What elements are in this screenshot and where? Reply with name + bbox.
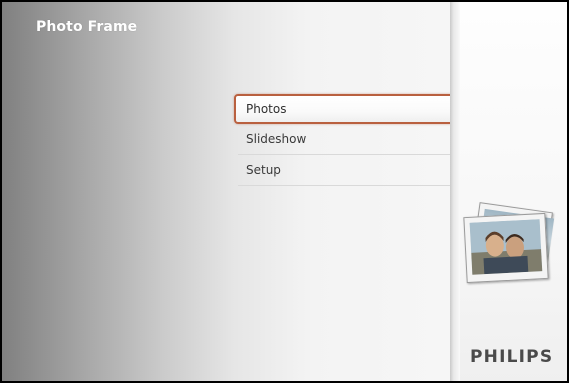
photo-card-front [463, 212, 549, 284]
menu-item-label: Setup [246, 163, 281, 177]
menu-item-label: Slideshow [246, 132, 307, 146]
brand-logo: PHILIPS [470, 347, 554, 367]
right-panel [460, 2, 567, 381]
app-title: Photo Frame [36, 19, 138, 35]
menu-item-photos[interactable]: Photos [234, 94, 454, 124]
panel-divider [450, 2, 460, 381]
menu-item-slideshow[interactable]: Slideshow [238, 124, 450, 155]
photo-stack-icon [461, 202, 557, 287]
photo-thumbnail [469, 219, 543, 275]
menu-item-setup[interactable]: Setup [238, 155, 450, 186]
photo-thumbnail-art [469, 219, 543, 275]
menu-item-label: Photos [246, 102, 287, 116]
photo-frame-screen: Photo Frame Photos Slideshow Setup PHILI… [0, 0, 569, 383]
main-menu: Photos Slideshow Setup [234, 94, 454, 186]
main-panel: Photo Frame Photos Slideshow Setup [2, 2, 454, 381]
